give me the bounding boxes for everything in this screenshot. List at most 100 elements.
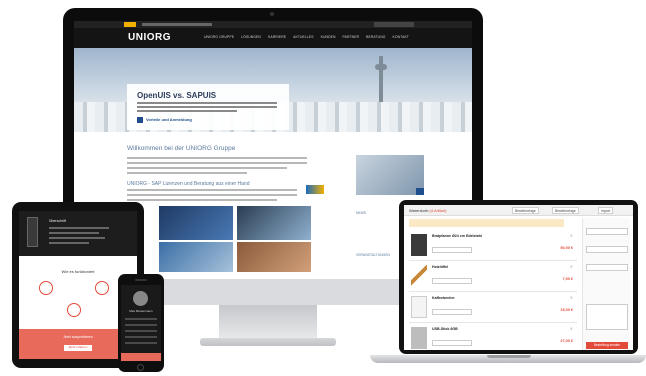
tablet-headline: Überschrift	[49, 219, 66, 223]
tv-tower-image	[375, 56, 387, 102]
arrow-icon[interactable]	[137, 117, 143, 123]
menu-item[interactable]	[125, 342, 157, 344]
menu-item[interactable]	[125, 330, 157, 332]
cart-count: (4 Artikel)	[429, 208, 447, 213]
menu-item[interactable]	[125, 336, 157, 338]
laptop: Warenkorb (4 Artikel) Bestellvorlage Bes…	[399, 200, 638, 354]
address-select[interactable]	[586, 264, 628, 271]
body-text-line	[127, 199, 277, 201]
shipping-select[interactable]	[586, 246, 628, 253]
body-text-line	[127, 167, 287, 169]
item-price: 15,00 €	[560, 308, 573, 312]
sidebar-teaser-image[interactable]	[356, 155, 424, 195]
search-input[interactable]	[374, 22, 414, 27]
product-name[interactable]: USB-Stick 8GB	[432, 327, 458, 331]
text-line	[49, 237, 105, 239]
product-image	[411, 234, 427, 256]
remove-icon[interactable]: ✕	[570, 264, 573, 269]
product-name[interactable]: Holzlöffel	[432, 265, 448, 269]
news-label: NEWS	[356, 211, 367, 215]
phone-screen: Max Mustermann	[121, 285, 161, 361]
text-line	[49, 242, 89, 244]
cart-item: Bratpfanne Ø24 cm Edelstahl 50,00 € ✕	[409, 231, 577, 261]
teaser-tile[interactable]	[159, 206, 233, 240]
hero-title: OpenUIS vs. SAPUIS	[137, 91, 217, 100]
teaser-tiles	[159, 206, 311, 240]
footer-button[interactable]: Mehr erfahren	[64, 345, 92, 351]
nav-item[interactable]: KONTAKT	[393, 35, 409, 39]
cart-item: USB-Stick 8GB 27,00 € ✕	[409, 324, 577, 350]
nav-item[interactable]: KUNDEN	[321, 35, 336, 39]
info-notice	[409, 219, 564, 227]
subheading: UNIORG - SAP Lizenzen und Beratung aus e…	[127, 181, 250, 187]
main-navbar: UNIORG UNIORG GRUPPE LÖSUNGEN KARRIERE A…	[74, 28, 472, 48]
nav-item[interactable]: BERATUNG	[366, 35, 385, 39]
body-text-line	[127, 162, 307, 164]
nav-item[interactable]: LÖSUNGEN	[241, 35, 261, 39]
sap-partner-logo	[306, 185, 324, 194]
site-logo[interactable]: UNIORG	[128, 32, 171, 43]
laptop-screen: Warenkorb (4 Artikel) Bestellvorlage Bes…	[404, 205, 633, 350]
cart-title: Warenkorb (4 Artikel)	[409, 208, 446, 213]
nav-item[interactable]: UNIORG GRUPPE	[204, 35, 234, 39]
product-name[interactable]: Bratpfanne Ø24 cm Edelstahl	[432, 234, 482, 238]
quantity-stepper[interactable]	[432, 278, 472, 284]
camera-dot	[270, 12, 274, 16]
arrow-icon[interactable]	[416, 188, 424, 195]
cart-item: Kaffeebecher 15,00 € ✕	[409, 293, 577, 323]
hero-text-line	[137, 110, 237, 112]
item-price: 27,00 €	[560, 339, 573, 343]
contact-info	[142, 23, 212, 26]
smartphone: Max Mustermann	[118, 274, 164, 372]
imac-stand	[219, 305, 317, 339]
order-button[interactable]: Bestellung senden	[586, 342, 628, 349]
device-icon	[95, 281, 109, 295]
nav-items: UNIORG GRUPPE LÖSUNGEN KARRIERE AKTUELLE…	[204, 35, 409, 39]
menu-item[interactable]	[125, 324, 157, 326]
import-button[interactable]: Import	[598, 207, 614, 214]
date-field[interactable]	[586, 228, 628, 235]
body-text-line	[127, 189, 297, 191]
laptop-notch	[487, 355, 531, 358]
nav-item[interactable]: PARTNER	[343, 35, 360, 39]
product-name[interactable]: Kaffeebecher	[432, 296, 455, 300]
template-button[interactable]: Bestellvorlage	[512, 207, 539, 214]
hero-text-line	[137, 102, 277, 104]
remove-icon[interactable]: ✕	[570, 295, 573, 300]
item-price: 50,00 €	[560, 246, 573, 250]
cart-item: Holzlöffel 7,50 € ✕	[409, 262, 577, 292]
product-image	[411, 265, 427, 287]
home-button-icon[interactable]	[137, 364, 144, 371]
body-text-line	[127, 194, 297, 196]
phone-image	[27, 217, 38, 247]
hero-box: OpenUIS vs. SAPUIS Vorteile und Anmeldun…	[127, 84, 289, 130]
chart-icon	[67, 303, 81, 317]
quantity-stepper[interactable]	[432, 309, 472, 315]
order-sidebar: Bestellung senden	[582, 218, 630, 350]
text-line	[49, 227, 109, 229]
nav-item[interactable]: KARRIERE	[268, 35, 286, 39]
events-label: VERANSTALTUNGEN	[356, 253, 390, 257]
hero-banner: OpenUIS vs. SAPUIS Vorteile und Anmeldun…	[74, 48, 472, 132]
top-utility-bar	[74, 21, 472, 28]
welcome-heading: Willkommen bei der UNIORG Gruppe	[127, 145, 236, 152]
logout-button[interactable]	[121, 353, 161, 361]
language-flag-icon[interactable]	[124, 22, 136, 27]
menu-item[interactable]	[125, 318, 157, 320]
teaser-tile[interactable]	[237, 206, 311, 240]
quantity-stepper[interactable]	[432, 247, 472, 253]
speaker-slot	[135, 279, 147, 281]
remove-icon[interactable]: ✕	[570, 233, 573, 238]
quantity-stepper[interactable]	[432, 340, 472, 346]
remove-icon[interactable]: ✕	[570, 326, 573, 331]
text-line	[49, 232, 99, 234]
tablet-header: Überschrift	[19, 211, 137, 256]
teaser-tile[interactable]	[159, 242, 233, 272]
imac-stand-foot	[200, 338, 336, 346]
avatar	[133, 291, 148, 306]
teaser-tile[interactable]	[237, 242, 311, 272]
template-button[interactable]: Bestellvorlage	[552, 207, 579, 214]
nav-item[interactable]: AKTUELLES	[293, 35, 314, 39]
hero-cta-link[interactable]: Vorteile und Anmeldung	[146, 117, 192, 122]
product-image	[411, 327, 427, 349]
